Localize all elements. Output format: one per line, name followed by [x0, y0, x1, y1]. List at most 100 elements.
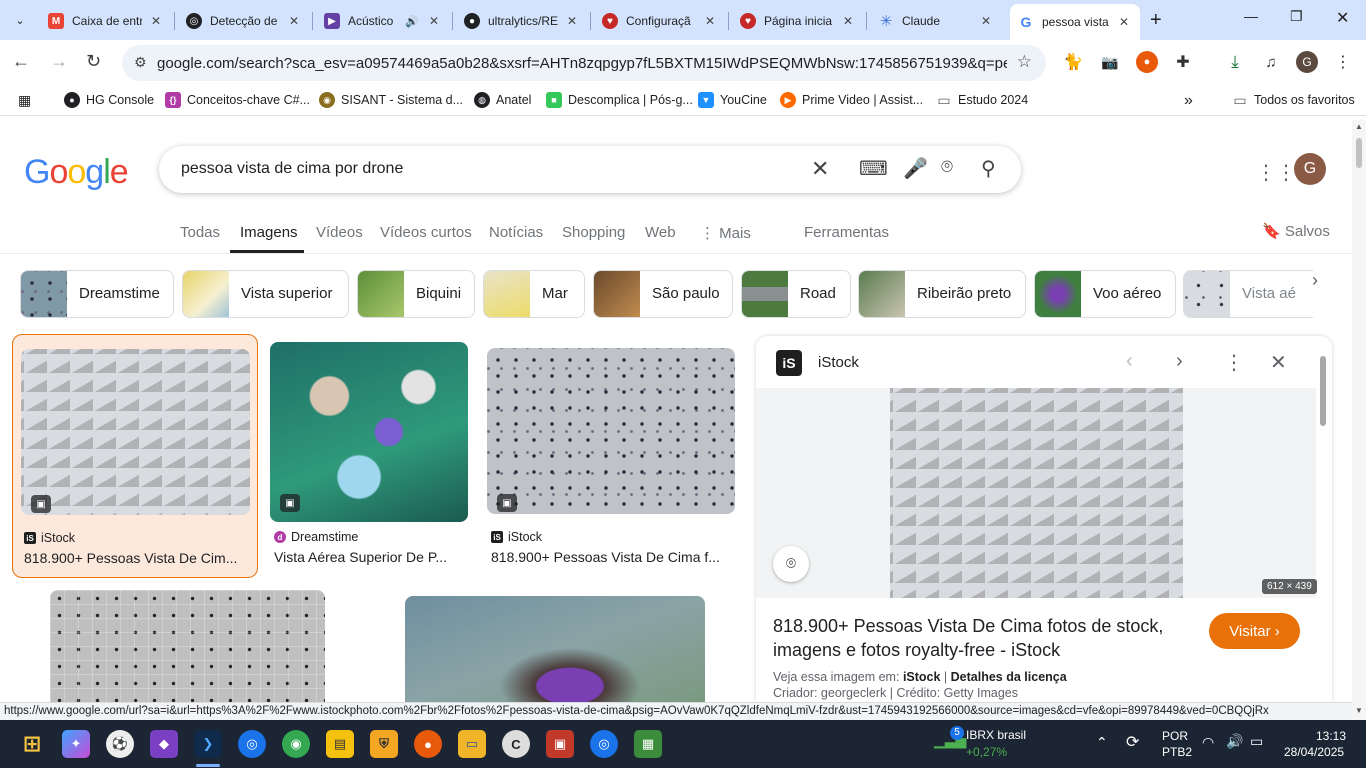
- google-logo[interactable]: Google: [24, 153, 129, 192]
- sync-icon[interactable]: ⟳: [1126, 732, 1139, 752]
- new-tab-icon[interactable]: +: [1150, 9, 1162, 32]
- chrome-icon[interactable]: ◉: [282, 730, 310, 758]
- google-avatar[interactable]: G: [1294, 153, 1326, 185]
- tab-sisant-home[interactable]: ♥ Página inicia ✕: [732, 6, 864, 36]
- camera-icon[interactable]: 📷: [1099, 51, 1121, 73]
- tab-github[interactable]: ● ultralytics/RE ✕: [456, 6, 588, 36]
- restore-icon[interactable]: ❐: [1290, 8, 1303, 25]
- scroll-up-icon[interactable]: ▲: [1355, 122, 1363, 131]
- clear-search-icon[interactable]: ✕: [811, 156, 829, 182]
- tab-google-search[interactable]: G pessoa vista ✕: [1010, 4, 1140, 40]
- visual-studio-icon[interactable]: ◆: [150, 730, 178, 758]
- tab-imagens[interactable]: Imagens: [240, 224, 298, 241]
- copilot-icon[interactable]: ✦: [62, 730, 90, 758]
- download-icon[interactable]: ⤓: [1224, 51, 1246, 73]
- seen-source-link[interactable]: iStock: [903, 670, 941, 684]
- chip-biquini[interactable]: Biquini: [357, 270, 475, 318]
- bookmark-star-icon[interactable]: ☆: [1017, 52, 1032, 72]
- keyboard-layout[interactable]: PTB2: [1162, 745, 1192, 759]
- soccer-app-icon[interactable]: ⚽: [106, 730, 134, 758]
- tab-mais[interactable]: ⋮ Mais: [700, 224, 751, 242]
- result-card-selected[interactable]: ▣ iS iStock 818.900+ Pessoas Vista De Cim…: [12, 334, 258, 578]
- chip-vista-superior[interactable]: Vista superior: [182, 270, 349, 318]
- bookmark-sisant[interactable]: ◉ SISANT - Sistema d...: [319, 92, 463, 108]
- tab-search-icon[interactable]: ⌄: [8, 8, 32, 32]
- saved-link[interactable]: 🔖 Salvos: [1262, 222, 1330, 240]
- tab-videos[interactable]: Vídeos: [316, 224, 363, 241]
- close-tab-icon[interactable]: ✕: [1116, 15, 1132, 29]
- tab-twitch[interactable]: ▶ Acústico 🔊 ✕: [316, 6, 450, 36]
- bookmark-youcine[interactable]: ▼ YouCine: [698, 92, 767, 108]
- chip-mar[interactable]: Mar: [483, 270, 585, 318]
- search-input[interactable]: pessoa vista de cima por drone: [181, 160, 403, 178]
- tab-videos-curtos[interactable]: Vídeos curtos: [380, 224, 472, 241]
- bookmark-prime-video[interactable]: ▶ Prime Video | Assist...: [780, 92, 923, 108]
- preview-scrollbar[interactable]: [1318, 344, 1328, 700]
- language-indicator[interactable]: POR: [1162, 729, 1188, 743]
- tab-claude[interactable]: ✳ Claude ✕: [870, 6, 1002, 36]
- media-control-icon[interactable]: ♫: [1260, 51, 1282, 73]
- chip-sao-paulo[interactable]: São paulo: [593, 270, 733, 318]
- site-info-icon[interactable]: ⚙: [134, 54, 147, 71]
- lens-search-icon[interactable]: ⌾: [773, 546, 809, 582]
- chrome-profile-icon[interactable]: ◎: [238, 730, 266, 758]
- address-bar[interactable]: ⚙ google.com/search?sca_esv=a09574469a5a…: [122, 45, 1046, 81]
- presentation-app-icon[interactable]: ▣: [546, 730, 574, 758]
- extension-cat-icon[interactable]: 🐈: [1062, 51, 1084, 73]
- page-scrollbar[interactable]: ▲ ▼: [1352, 120, 1366, 720]
- bookmark-descomplica[interactable]: ■ Descomplica | Pós-g...: [546, 92, 693, 108]
- bookmark-anatel[interactable]: ◍ Anatel: [474, 92, 531, 108]
- url-text[interactable]: google.com/search?sca_esv=a09574469a5a0b…: [157, 55, 1007, 72]
- bookmark-csharp[interactable]: {} Conceitos-chave C#...: [165, 92, 310, 108]
- result-title[interactable]: 818.900+ Pessoas Vista De Cima f...: [491, 549, 735, 565]
- chrome-menu-icon[interactable]: ⋮: [1332, 51, 1354, 73]
- profile-avatar[interactable]: G: [1296, 51, 1318, 73]
- show-hidden-icons[interactable]: ⌃: [1096, 734, 1108, 751]
- start-menu-icon[interactable]: ⊞: [18, 730, 46, 758]
- search-icon[interactable]: ⚲: [981, 156, 996, 181]
- clock-date[interactable]: 28/04/2025: [1284, 745, 1344, 759]
- lens-search-icon[interactable]: ⌾: [941, 156, 953, 179]
- close-tab-icon[interactable]: ✕: [702, 14, 718, 28]
- chips-next-icon[interactable]: ›: [1312, 270, 1318, 291]
- close-window-icon[interactable]: ✕: [1336, 8, 1349, 28]
- close-tab-icon[interactable]: ✕: [978, 14, 994, 28]
- chip-road[interactable]: Road: [741, 270, 851, 318]
- scrollbar-thumb[interactable]: [1320, 356, 1326, 426]
- tab-noticias[interactable]: Notícias: [489, 224, 543, 241]
- scroll-down-icon[interactable]: ▼: [1355, 706, 1363, 715]
- all-bookmarks[interactable]: ▭ Todos os favoritos: [1232, 92, 1354, 108]
- keyboard-icon[interactable]: ⌨: [859, 156, 888, 181]
- chrome-google-icon[interactable]: ◎: [590, 730, 618, 758]
- minimize-icon[interactable]: —: [1244, 8, 1258, 24]
- extension-icon[interactable]: ●: [1136, 51, 1158, 73]
- apps-grid-icon[interactable]: ▦: [18, 92, 31, 109]
- speaker-icon[interactable]: 🔊: [404, 15, 420, 28]
- visit-button[interactable]: Visitar ›: [1209, 613, 1300, 649]
- bookmark-estudo-2024[interactable]: ▭ Estudo 2024: [936, 92, 1028, 108]
- close-tab-icon[interactable]: ✕: [426, 14, 442, 28]
- close-tab-icon[interactable]: ✕: [286, 14, 302, 28]
- tab-shopping[interactable]: Shopping: [562, 224, 625, 241]
- extensions-puzzle-icon[interactable]: ✚: [1172, 51, 1194, 73]
- calculator-icon[interactable]: ▦: [634, 730, 662, 758]
- result-title[interactable]: Vista Aérea Superior De P...: [274, 549, 470, 565]
- forward-icon[interactable]: →: [50, 51, 68, 72]
- preview-title[interactable]: 818.900+ Pessoas Vista De Cima fotos de …: [773, 614, 1193, 662]
- license-link[interactable]: Detalhes da licença: [951, 670, 1067, 684]
- notes-icon[interactable]: ▤: [326, 730, 354, 758]
- battery-icon[interactable]: ▭: [1250, 733, 1263, 750]
- stock-name[interactable]: IBRX brasil: [966, 728, 1026, 742]
- wifi-icon[interactable]: ◠: [1202, 734, 1214, 751]
- volume-icon[interactable]: 🔊: [1226, 733, 1243, 750]
- tab-sisant-config[interactable]: ♥ Configuraçã ✕: [594, 6, 726, 36]
- chip-voo-aereo[interactable]: Voo aéreo: [1034, 270, 1176, 318]
- close-tab-icon[interactable]: ✕: [840, 14, 856, 28]
- voice-search-icon[interactable]: 🎤: [903, 156, 928, 181]
- more-options-icon[interactable]: ⋮: [1224, 350, 1244, 375]
- more-bookmarks-icon[interactable]: »: [1184, 92, 1193, 110]
- tab-todas[interactable]: Todas: [180, 224, 220, 241]
- result-title[interactable]: 818.900+ Pessoas Vista De Cim...: [24, 550, 250, 566]
- result-card[interactable]: ▣ iS iStock 818.900+ Pessoas Vista De Cim…: [487, 348, 735, 578]
- maps-pin-icon[interactable]: ●: [414, 730, 442, 758]
